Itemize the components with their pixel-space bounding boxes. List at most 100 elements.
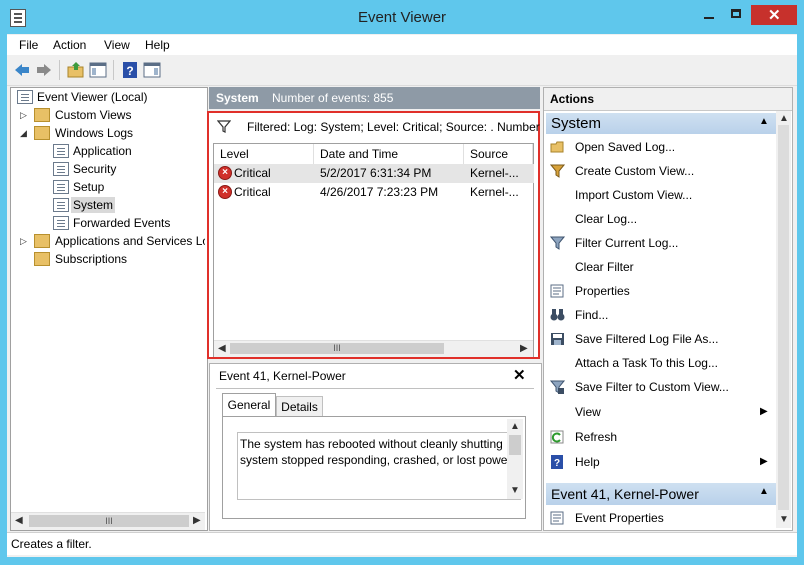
- action-import-custom-view[interactable]: Import Custom View...: [544, 183, 774, 207]
- action-filter-current-log[interactable]: Filter Current Log...: [544, 231, 774, 255]
- action-open-saved-log[interactable]: Open Saved Log...: [544, 135, 774, 159]
- action-label: Create Custom View...: [575, 164, 695, 178]
- scroll-left-arrow-icon[interactable]: ◀: [218, 343, 226, 354]
- action-save-filtered-log[interactable]: Save Filtered Log File As...: [544, 327, 774, 351]
- actions-vertical-scrollbar[interactable]: ▲ ▼: [776, 111, 791, 528]
- up-folder-button[interactable]: [67, 61, 85, 79]
- action-event-properties[interactable]: Event Properties: [544, 506, 774, 530]
- scroll-down-arrow-icon[interactable]: ▼: [779, 514, 789, 525]
- table-row[interactable]: × Critical 5/2/2017 6:31:34 PM Kernel-..…: [214, 164, 534, 183]
- show-hide-tree-button[interactable]: [89, 61, 107, 79]
- expand-arrow-icon[interactable]: ▷: [20, 237, 28, 246]
- tab-content: The system has rebooted without cleanly …: [222, 416, 526, 519]
- action-label: Import Custom View...: [575, 188, 693, 202]
- filtered-events-panel: Filtered: Log: System; Level: Critical; …: [207, 111, 540, 359]
- close-detail-icon[interactable]: ✕: [513, 366, 526, 384]
- scrollbar-thumb[interactable]: III: [29, 515, 189, 527]
- section-title: System: [551, 115, 602, 132]
- menu-help[interactable]: Help: [145, 38, 170, 52]
- event-level: Critical: [234, 166, 271, 180]
- tree-item-apps-services[interactable]: ▷ Applications and Services Lo: [15, 232, 205, 250]
- tab-details[interactable]: Details: [276, 396, 323, 417]
- scroll-up-arrow-icon[interactable]: ▲: [510, 421, 520, 432]
- svg-text:?: ?: [126, 64, 133, 78]
- log-icon: [53, 144, 69, 158]
- event-detail-pane: Event 41, Kernel-Power ✕ General Details…: [209, 363, 542, 531]
- folder-icon: [34, 126, 50, 140]
- table-row[interactable]: × Critical 4/26/2017 7:23:23 PM Kernel-.…: [214, 183, 534, 202]
- tree-item-label: Windows Logs: [55, 126, 134, 140]
- scroll-down-arrow-icon[interactable]: ▼: [510, 485, 520, 496]
- tree-item-label: Setup: [73, 180, 105, 194]
- event-datetime: 5/2/2017 6:31:34 PM: [320, 166, 432, 180]
- folder-icon: [34, 108, 50, 122]
- actions-list: Open Saved Log... Create Custom View... …: [544, 135, 776, 475]
- expand-arrow-icon[interactable]: ▷: [20, 111, 28, 120]
- forward-button[interactable]: [35, 61, 53, 79]
- maximize-button[interactable]: [722, 5, 750, 25]
- event-datetime: 4/26/2017 7:23:23 PM: [320, 185, 439, 199]
- show-hide-action-pane-button[interactable]: [143, 61, 161, 79]
- column-header-date-time[interactable]: Date and Time: [314, 144, 464, 164]
- event-description-line: system stopped responding, crashed, or l…: [240, 453, 512, 467]
- actions-section-event[interactable]: Event 41, Kernel-Power ▲: [546, 483, 776, 505]
- action-properties[interactable]: Properties: [544, 279, 774, 303]
- column-header-source[interactable]: Source: [464, 144, 533, 164]
- events-horizontal-scrollbar[interactable]: ◀ III ▶: [214, 340, 533, 357]
- close-button[interactable]: ✕: [751, 5, 797, 25]
- event-source: Kernel-...: [470, 166, 519, 180]
- back-button[interactable]: [13, 61, 31, 79]
- menu-file[interactable]: File: [19, 38, 38, 52]
- minimize-button[interactable]: [696, 5, 722, 25]
- event-description-line: The system has rebooted without cleanly …: [240, 437, 503, 451]
- minimize-icon: [704, 17, 714, 19]
- menu-action[interactable]: Action: [53, 38, 86, 52]
- actions-section-system[interactable]: System ▲: [546, 113, 776, 134]
- status-text: Creates a filter.: [11, 537, 92, 551]
- event-viewer-icon: [17, 90, 33, 104]
- up-folder-icon: [67, 62, 84, 78]
- scrollbar-thumb[interactable]: [778, 125, 789, 510]
- collapse-arrow-icon[interactable]: ◢: [20, 129, 28, 138]
- description-vertical-scrollbar[interactable]: ▲ ▼: [507, 419, 523, 499]
- scrollbar-thumb[interactable]: [509, 435, 521, 455]
- action-find[interactable]: Find...: [544, 303, 774, 327]
- scroll-left-arrow-icon[interactable]: ◀: [15, 515, 23, 526]
- action-label: Clear Log...: [575, 212, 638, 226]
- events-grid: Level Date and Time Source × Critical 5/…: [213, 143, 534, 357]
- scroll-right-arrow-icon[interactable]: ▶: [520, 343, 528, 354]
- properties-icon: [550, 511, 564, 525]
- collapse-section-icon[interactable]: ▲: [759, 486, 769, 497]
- action-label: Save Filter to Custom View...: [575, 380, 729, 394]
- action-label: Filter Current Log...: [575, 236, 679, 250]
- action-label: Event Properties: [575, 511, 664, 525]
- action-view-submenu[interactable]: View ▶: [544, 400, 774, 424]
- column-header-level[interactable]: Level: [214, 144, 314, 164]
- critical-error-icon: ×: [218, 185, 232, 199]
- tree-horizontal-scrollbar[interactable]: ◀ III ▶: [11, 512, 205, 530]
- collapse-section-icon[interactable]: ▲: [759, 116, 769, 127]
- action-refresh[interactable]: Refresh: [544, 425, 774, 449]
- action-help-submenu[interactable]: ? Help ▶: [544, 450, 774, 474]
- action-attach-task[interactable]: Attach a Task To this Log...: [544, 351, 774, 375]
- action-save-filter-custom-view[interactable]: Save Filter to Custom View...: [544, 375, 774, 399]
- action-label: Properties: [575, 284, 630, 298]
- menu-bar: File Action View Help: [7, 35, 797, 55]
- event-description-box[interactable]: The system has rebooted without cleanly …: [237, 432, 521, 500]
- action-label: View: [575, 405, 601, 419]
- scroll-up-arrow-icon[interactable]: ▲: [779, 113, 789, 124]
- action-clear-filter[interactable]: Clear Filter: [544, 255, 774, 279]
- help-toolbar-button[interactable]: ?: [121, 61, 139, 79]
- action-label: Refresh: [575, 430, 618, 444]
- scroll-right-arrow-icon[interactable]: ▶: [193, 515, 201, 526]
- scrollbar-thumb[interactable]: III: [230, 343, 444, 354]
- window-title: Event Viewer: [357, 9, 447, 26]
- maximize-icon: [731, 9, 741, 18]
- title-bar[interactable]: Event Viewer ✕: [0, 0, 804, 34]
- action-create-custom-view[interactable]: Create Custom View...: [544, 159, 774, 183]
- filter-icon: [550, 164, 565, 178]
- actions-title: Actions: [550, 92, 595, 106]
- menu-view[interactable]: View: [104, 38, 130, 52]
- action-clear-log[interactable]: Clear Log...: [544, 207, 774, 231]
- tab-general[interactable]: General: [222, 393, 276, 417]
